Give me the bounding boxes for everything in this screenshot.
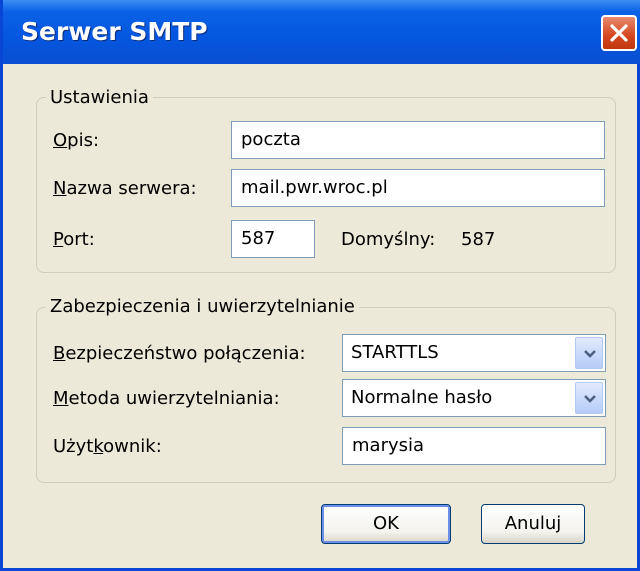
- chevron-down-icon: [584, 395, 596, 403]
- auth-method-label: Metoda uwierzytelniania:: [53, 388, 280, 409]
- close-icon: [610, 24, 628, 42]
- cancel-button[interactable]: Anuluj: [481, 504, 585, 544]
- close-button[interactable]: [601, 15, 637, 51]
- settings-group-title: Ustawienia: [46, 87, 153, 108]
- window-title: Serwer SMTP: [21, 17, 208, 46]
- security-group-title: Zabezpieczenia i uwierzytelnianie: [46, 296, 359, 317]
- server-name-field[interactable]: mail.pwr.wroc.pl: [231, 169, 605, 207]
- port-label: Port:: [53, 229, 95, 250]
- description-label: Opis:: [53, 130, 100, 151]
- user-field[interactable]: marysia: [342, 427, 606, 465]
- auth-method-dropdown-button[interactable]: [575, 382, 603, 414]
- connection-security-dropdown-button[interactable]: [575, 337, 603, 369]
- user-label: Użytkownik:: [53, 436, 162, 457]
- connection-security-label: Bezpieczeństwo połączenia:: [53, 343, 306, 364]
- default-port-value: 587: [461, 229, 496, 250]
- default-port-label: Domyślny:: [341, 229, 436, 250]
- smtp-server-dialog: Serwer SMTP Ustawienia Opis: poczta Nazw…: [0, 0, 640, 571]
- connection-security-select[interactable]: STARTTLS: [342, 334, 606, 372]
- title-bar[interactable]: Serwer SMTP: [3, 0, 640, 64]
- description-field[interactable]: poczta: [231, 121, 605, 159]
- ok-button[interactable]: OK: [321, 504, 451, 544]
- chevron-down-icon: [584, 350, 596, 358]
- server-name-label: Nazwa serwera:: [53, 178, 197, 199]
- port-field[interactable]: 587: [231, 220, 315, 258]
- auth-method-select[interactable]: Normalne hasło: [342, 379, 606, 417]
- auth-method-value: Normalne hasło: [351, 387, 493, 408]
- connection-security-value: STARTTLS: [351, 342, 439, 363]
